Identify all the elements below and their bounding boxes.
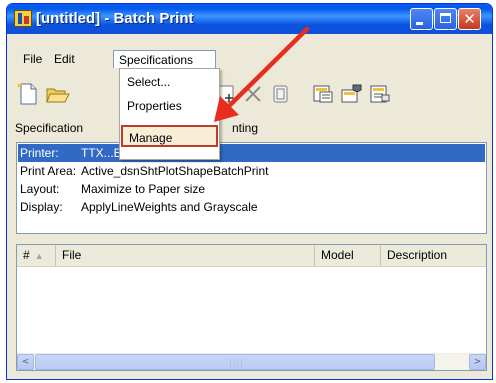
spec-row-printer[interactable]: Printer: TTX...BW_PDF_Plots bbox=[18, 144, 485, 162]
print-setup-icon[interactable] bbox=[339, 82, 365, 106]
spec-row-print-area[interactable]: Print Area: Active_dsnShtPlotShapeBatchP… bbox=[18, 162, 485, 180]
specification-list[interactable]: Printer: TTX...BW_PDF_Plots Print Area: … bbox=[16, 142, 487, 234]
minimize-button[interactable] bbox=[410, 8, 433, 30]
spec-key: Print Area: bbox=[20, 164, 77, 178]
close-icon: ✕ bbox=[463, 10, 476, 28]
column-label: File bbox=[62, 248, 82, 262]
spec-value: ApplyLineWeights and Grayscale bbox=[81, 200, 258, 214]
print-dialog-icon[interactable] bbox=[311, 82, 337, 106]
spec-row-layout[interactable]: Layout: Maximize to Paper size bbox=[18, 180, 485, 198]
maximize-button[interactable] bbox=[434, 8, 457, 30]
title-bar[interactable]: [untitled] - Batch Print ✕ bbox=[7, 4, 492, 34]
spec-key: Printer: bbox=[20, 146, 59, 160]
spec-key: Display: bbox=[20, 200, 63, 214]
toolbar bbox=[7, 74, 492, 114]
minimize-icon bbox=[411, 9, 432, 29]
batch-print-window: [untitled] - Batch Print ✕ File Edit Spe… bbox=[6, 3, 493, 380]
maximize-icon bbox=[435, 9, 456, 29]
column-header-number[interactable]: # ▲ bbox=[17, 245, 56, 266]
spec-value: Maximize to Paper size bbox=[81, 182, 206, 196]
scroll-left-icon: < bbox=[21, 357, 30, 367]
delete-icon[interactable] bbox=[241, 82, 267, 106]
menu-edit[interactable]: Edit bbox=[48, 50, 81, 68]
specification-label-right: nting bbox=[232, 121, 259, 135]
menu-item-manage[interactable]: Manage bbox=[121, 125, 218, 147]
batch-print-app-icon bbox=[14, 10, 32, 27]
menu-bar: File Edit Specifications bbox=[7, 50, 492, 68]
menu-specifications[interactable]: Specifications bbox=[113, 50, 216, 68]
column-label: Model bbox=[321, 248, 354, 262]
spec-value: Active_dsnShtPlotShapeBatchPrint bbox=[81, 164, 269, 178]
horizontal-scrollbar[interactable]: < |||| > bbox=[17, 353, 486, 370]
column-label: Description bbox=[387, 248, 448, 262]
menu-item-properties[interactable]: Properties bbox=[121, 95, 218, 117]
scroll-right-button[interactable]: > bbox=[469, 354, 486, 370]
column-header-file[interactable]: File bbox=[56, 245, 315, 266]
column-header-description[interactable]: Description bbox=[381, 245, 486, 266]
open-folder-icon[interactable] bbox=[45, 82, 71, 106]
scrollbar-grip-icon: |||| bbox=[229, 358, 244, 367]
sort-ascending-icon: ▲ bbox=[34, 251, 44, 261]
scroll-right-icon: > bbox=[473, 357, 482, 367]
specifications-dropdown-menu: Select... Properties Manage bbox=[119, 68, 220, 160]
new-file-icon[interactable] bbox=[15, 82, 41, 106]
menu-file[interactable]: File bbox=[17, 50, 48, 68]
menu-item-select[interactable]: Select... bbox=[121, 71, 218, 93]
spec-key: Layout: bbox=[20, 182, 60, 196]
panel-icon[interactable] bbox=[269, 82, 295, 106]
spec-row-display[interactable]: Display: ApplyLineWeights and Grayscale bbox=[18, 198, 485, 216]
close-button[interactable]: ✕ bbox=[458, 8, 481, 30]
column-header-model[interactable]: Model bbox=[315, 245, 381, 266]
file-list[interactable]: # ▲ File Model Description < |||| > bbox=[16, 244, 487, 371]
scrollbar-thumb[interactable]: |||| bbox=[35, 354, 435, 370]
scroll-left-button[interactable]: < bbox=[17, 354, 34, 370]
window-title: [untitled] - Batch Print bbox=[36, 10, 194, 27]
print-icon[interactable] bbox=[367, 82, 393, 106]
file-list-header: # ▲ File Model Description bbox=[17, 245, 486, 267]
specification-label: Specification bbox=[15, 121, 84, 135]
column-label: # bbox=[23, 248, 30, 262]
